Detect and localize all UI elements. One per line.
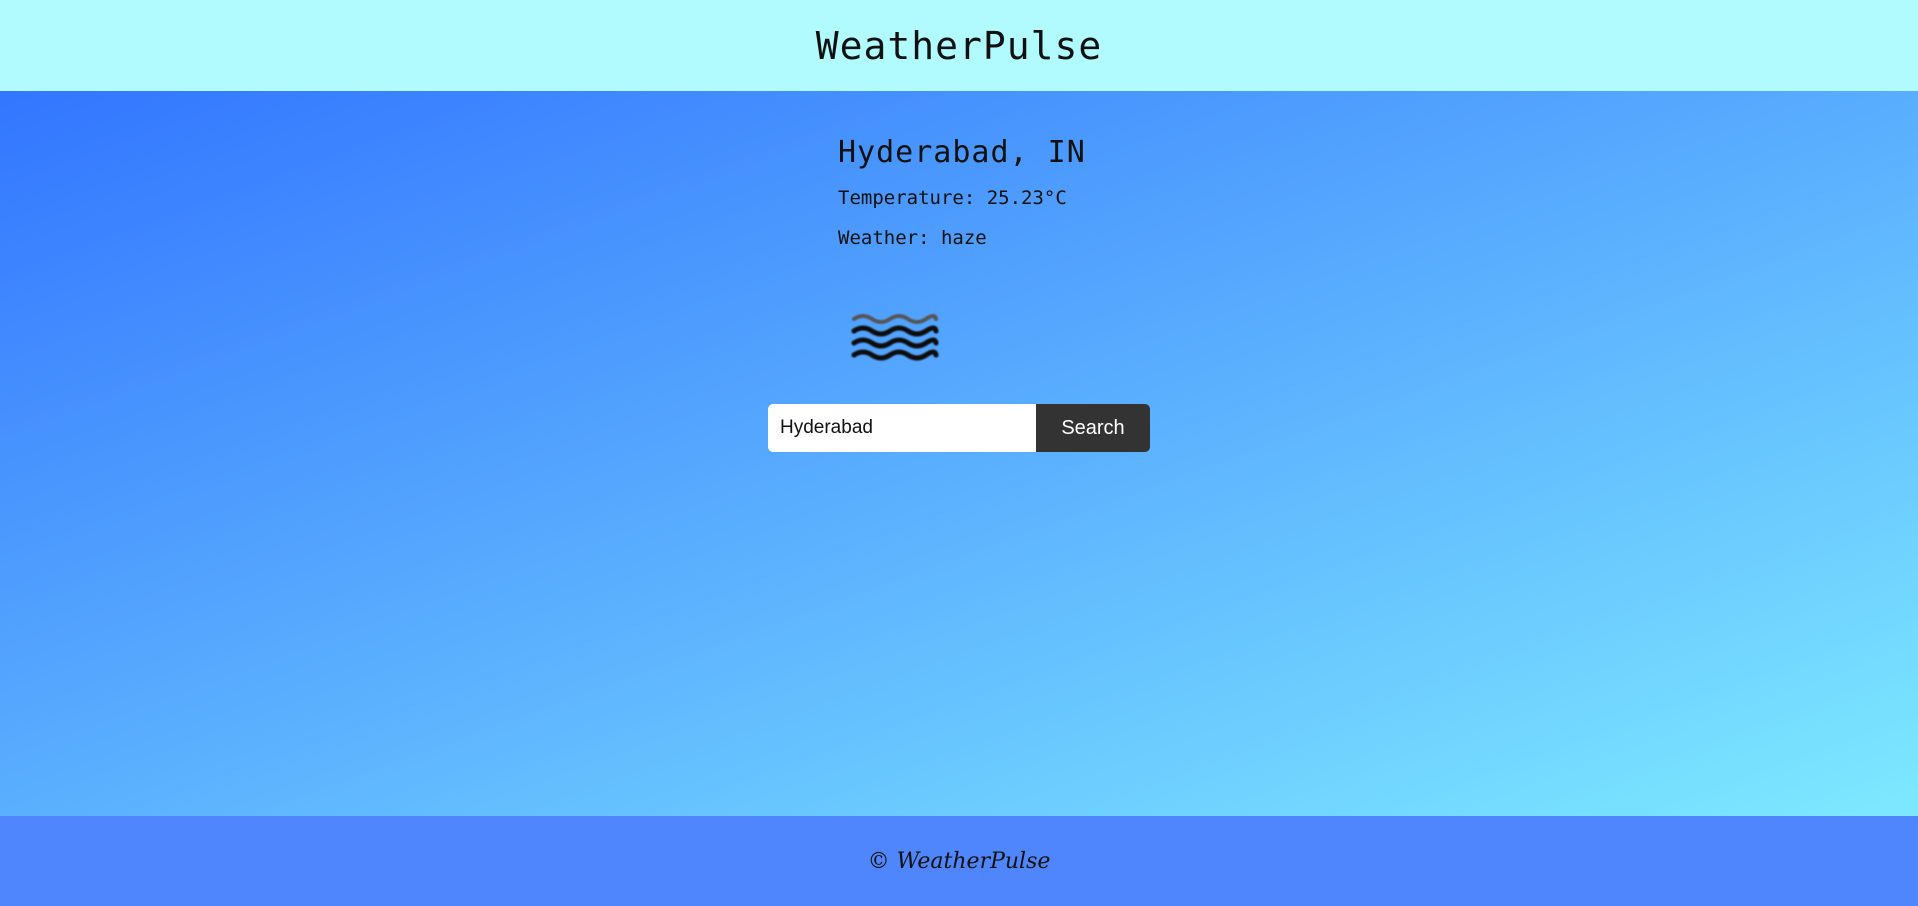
city-name: Hyderabad, IN <box>838 135 1086 170</box>
app-title: WeatherPulse <box>815 23 1103 68</box>
temperature-text: Temperature: 25.23°C <box>838 187 1067 209</box>
haze-icon <box>850 307 940 367</box>
search-button[interactable]: Search <box>1036 404 1150 452</box>
search-form: Search <box>768 404 1150 452</box>
weather-condition-text: Weather: haze <box>838 227 987 249</box>
app-footer: © WeatherPulse <box>0 816 1918 906</box>
main-content: Hyderabad, IN Temperature: 25.23°C Weath… <box>0 91 1918 816</box>
app-header: WeatherPulse <box>0 0 1918 91</box>
weather-card: Hyderabad, IN Temperature: 25.23°C Weath… <box>838 135 1158 264</box>
city-search-input[interactable] <box>768 404 1036 452</box>
footer-copyright: © WeatherPulse <box>867 848 1051 874</box>
